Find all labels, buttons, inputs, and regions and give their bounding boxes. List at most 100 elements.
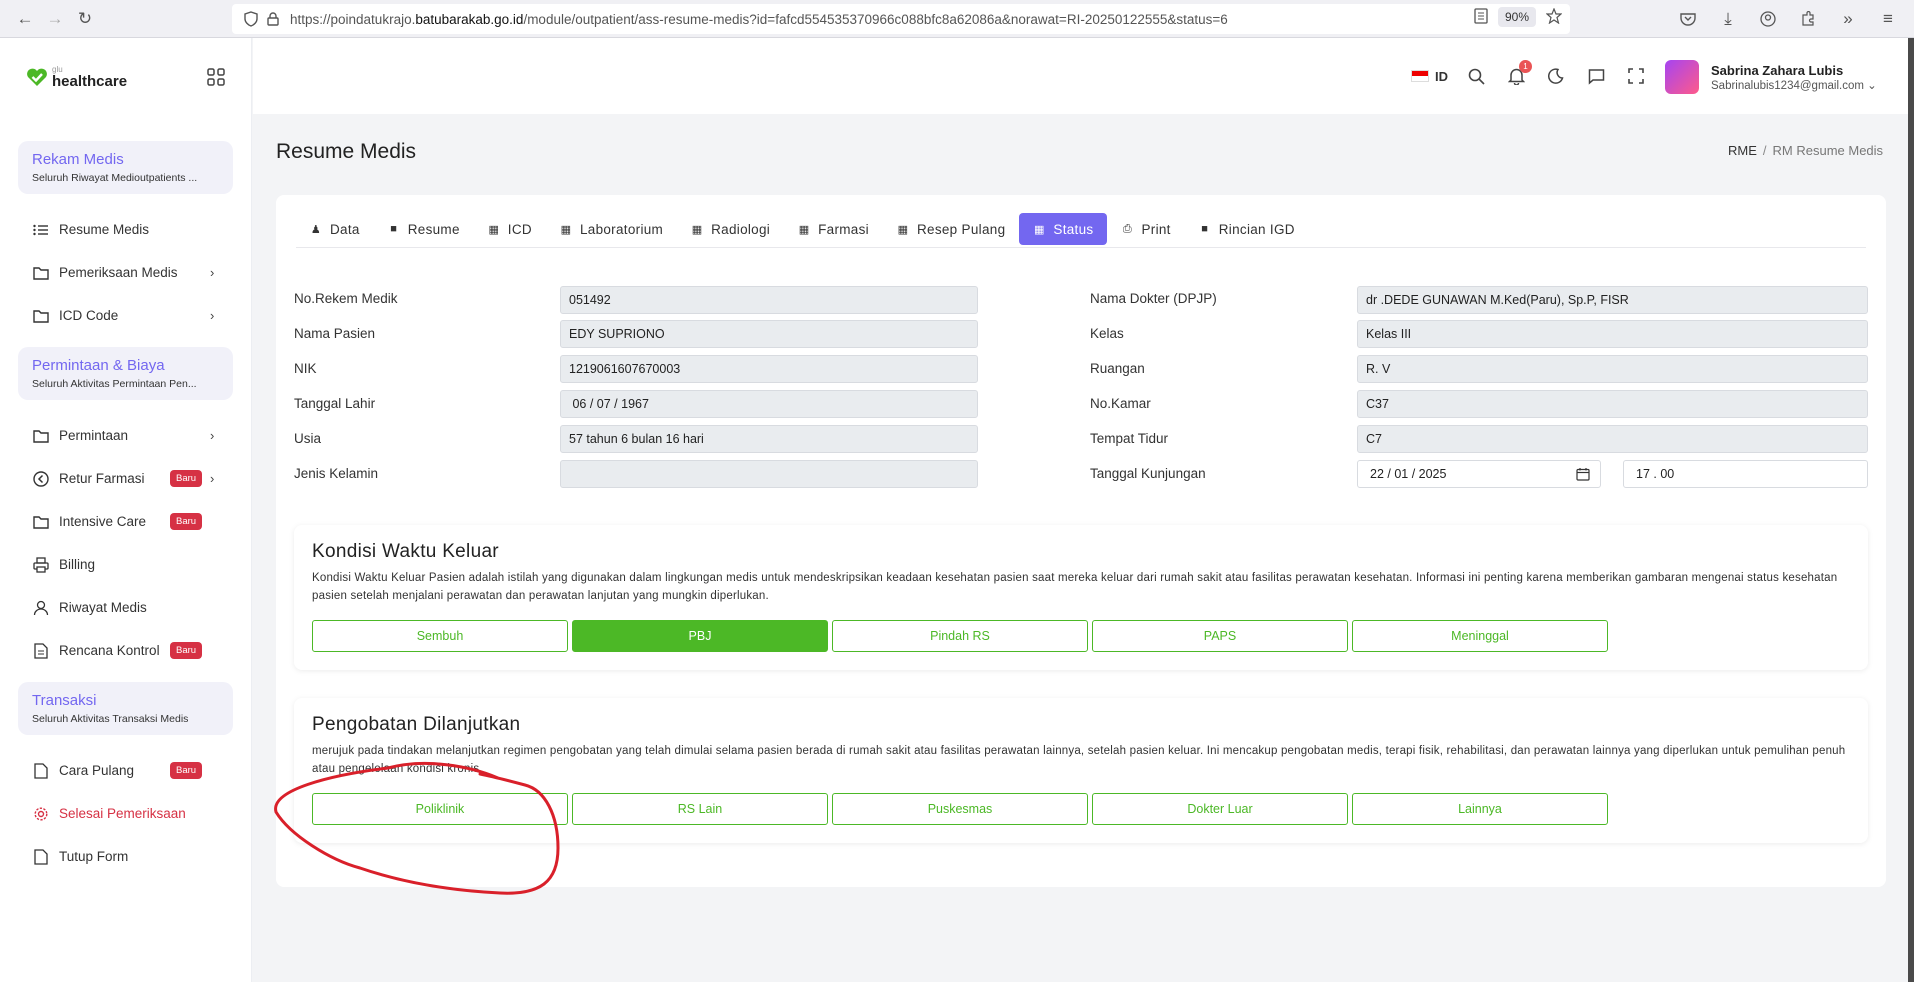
browser-toolbar: ← → ↻ https://poindatukrajo.batubarakab.… [0,0,1914,38]
section-title: Pengobatan Dilanjutkan [312,714,521,735]
new-badge: Baru [170,762,203,779]
forward-icon[interactable]: → [40,4,70,34]
tab-label: ICD [507,221,532,237]
main-card: ♟ Data ■ Resume ▦ ICD ▦ Laboratorium ▦ Radiol… [276,195,1886,887]
tab-status[interactable]: ▦ Status [1019,213,1108,245]
option-dokter-luar[interactable]: Dokter Luar [1092,793,1348,825]
sidebar-item-permintaan[interactable]: Permintaan › [0,414,251,457]
zoom-level[interactable]: 90% [1497,7,1536,27]
sidebar-item-tutup-form[interactable]: Tutup Form [0,835,251,878]
label-jenis-kelamin: Jenis Kelamin [294,466,379,481]
tempat-tidur-field: C7 [1357,425,1868,453]
option-pindah-rs[interactable]: Pindah RS [832,620,1088,652]
option-pbj[interactable]: PBJ [572,620,828,652]
tab-icd[interactable]: ▦ ICD [474,213,546,245]
section-description: merujuk pada tindakan melanjutkan regime… [312,745,1846,775]
label-nama-pasien: Nama Pasien [294,326,376,341]
bell-icon[interactable]: 1 [1504,60,1532,88]
address-bar[interactable]: https://poindatukrajo.batubarakab.go.id/… [232,4,1570,34]
printer-icon: ⎙ [1122,222,1133,235]
user-name[interactable]: Sabrina Zahara Lubis [1711,63,1843,78]
tab-label: Data [330,221,360,237]
tab-resume[interactable]: ■ Resume [374,213,474,245]
tab-laboratorium[interactable]: ▦ Laboratorium [546,213,677,245]
more-tools-icon[interactable]: » [1834,4,1862,34]
option-puskesmas[interactable]: Puskesmas [832,793,1088,825]
breadcrumb-current: RM Resume Medis [1772,143,1884,158]
back-icon[interactable]: ← [10,4,40,34]
circle-arrow-left-icon [32,470,49,487]
logo[interactable]: glu healthcare [0,38,251,116]
shield-icon [240,8,262,30]
option-poliklinik[interactable]: Poliklinik [312,793,568,825]
section-description: Kondisi Waktu Keluar Pasien adalah istil… [312,572,1838,602]
pocket-icon[interactable] [1674,4,1702,34]
sidebar-item-label: Billing [59,557,96,572]
chevron-right-icon: › [210,471,215,486]
chevron-right-icon: › [210,428,215,443]
grid-icon[interactable] [206,67,226,87]
sidebar-item-icd-code[interactable]: ICD Code › [0,294,251,337]
sidebar-item-label: Intensive Care [59,514,147,529]
new-badge: Baru [170,470,203,487]
extensions-icon[interactable] [1794,4,1822,34]
sidebar-item-selesai-pemeriksaan[interactable]: Selesai Pemeriksaan [0,792,251,835]
tanggal-kunjungan-date-input[interactable]: 22 / 01 / 2025 [1357,460,1601,488]
kelas-field: Kelas III [1357,320,1868,348]
tab-data[interactable]: ♟ Data [296,213,374,245]
user-email[interactable]: Sabrinalubis1234@gmail.com ⌄ [1711,78,1877,92]
top-header: ID 1 Sabrina Zahara Lubis Sabrinalubis12… [253,38,1908,114]
option-sembuh[interactable]: Sembuh [312,620,568,652]
sidebar-item-riwayat-medis[interactable]: Riwayat Medis [0,586,251,629]
fullscreen-icon[interactable] [1624,64,1648,88]
sidebar-item-retur-farmasi[interactable]: Retur Farmasi Baru › [0,457,251,500]
account-icon[interactable] [1754,4,1782,34]
breadcrumb-root[interactable]: RME [1728,143,1757,158]
label-kelas: Kelas [1090,326,1124,341]
reader-view-icon[interactable] [1474,7,1488,27]
flag-indonesia-icon[interactable] [1411,70,1429,82]
ruangan-field: R. V [1357,355,1868,383]
language-selector[interactable]: ID [1435,69,1448,84]
search-icon[interactable] [1464,64,1488,88]
option-lainnya[interactable]: Lainnya [1352,793,1608,825]
tab-print[interactable]: ⎙ Print [1107,213,1184,245]
sidebar-item-label: Cara Pulang [59,763,135,778]
tab-label: Resume [407,221,460,237]
folder-icon [32,513,49,530]
tab-label: Farmasi [818,221,869,237]
sidebar-item-rencana-kontrol[interactable]: Rencana Kontrol Baru [0,629,251,672]
avatar[interactable] [1665,60,1699,94]
download-icon[interactable]: ⤓ [1714,4,1742,34]
tab-farmasi[interactable]: ▦ Farmasi [784,213,883,245]
chat-icon[interactable] [1584,64,1608,88]
sidebar-item-billing[interactable]: Billing [0,543,251,586]
tab-resep-pulang[interactable]: ▦ Resep Pulang [883,213,1019,245]
group-transaksi: Transaksi Seluruh Aktivitas Transaksi Me… [18,682,233,735]
sidebar-item-intensive-care[interactable]: Intensive Care Baru [0,500,251,543]
tanggal-kunjungan-time-input[interactable]: 17 . 00 [1623,460,1868,488]
bookmark-star-icon[interactable] [1545,6,1563,27]
folder-icon [32,427,49,444]
sidebar-item-cara-pulang[interactable]: Cara Pulang Baru [0,749,251,792]
tab-label: Rincian IGD [1218,221,1295,237]
lock-icon [262,8,284,30]
group-title: Transaksi [32,692,97,709]
nama-dokter-field: dr .DEDE GUNAWAN M.Ked(Paru), Sp.P, FISR [1357,286,1868,314]
chevron-right-icon: › [210,308,215,323]
moon-icon[interactable] [1544,64,1568,88]
notebook-icon: ▦ [488,223,500,236]
reload-icon[interactable]: ↻ [70,4,100,34]
tab-radiologi[interactable]: ▦ Radiologi [677,213,784,245]
calendar-icon[interactable] [1576,467,1590,481]
page-title: Resume Medis [276,140,417,163]
no-rekam-medik-field: 051492 [560,286,978,314]
sidebar-item-resume-medis[interactable]: Resume Medis [0,208,251,251]
option-rs-lain[interactable]: RS Lain [572,793,828,825]
option-paps[interactable]: PAPS [1092,620,1348,652]
menu-icon[interactable]: ≡ [1874,4,1902,34]
notebook-icon: ▦ [691,223,703,236]
option-meninggal[interactable]: Meninggal [1352,620,1608,652]
sidebar-item-pemeriksaan-medis[interactable]: Pemeriksaan Medis › [0,251,251,294]
tab-rincian-igd[interactable]: ■ Rincian IGD [1185,213,1309,245]
